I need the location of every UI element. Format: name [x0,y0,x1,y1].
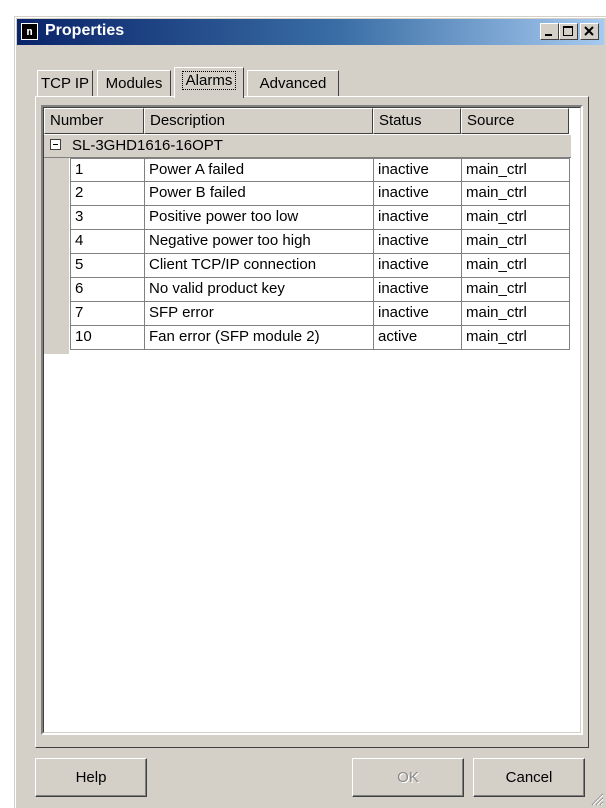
cell-number: 1 [70,158,145,182]
close-button[interactable] [580,23,599,40]
cell-status: inactive [373,182,462,206]
cell-source: main_ctrl [461,326,570,350]
table-row[interactable]: 5 Client TCP/IP connection inactive main_ct… [70,254,571,278]
collapse-icon[interactable] [50,139,61,150]
title-bar[interactable]: n Properties [17,19,604,45]
cell-description: Client TCP/IP connection [144,254,374,278]
column-header-source[interactable]: Source [461,108,569,134]
cell-status: inactive [373,158,462,182]
tree-indent [44,158,69,354]
properties-window: n Properties TCP IP Modules Alarms Advan… [14,16,606,808]
maximize-icon [563,26,573,36]
column-header-description[interactable]: Description [144,108,373,134]
cell-source: main_ctrl [461,206,570,230]
cell-description: Negative power too high [144,230,374,254]
cell-number: 6 [70,278,145,302]
tab-label: Alarms [181,71,237,90]
table-row[interactable]: 7 SFP error inactive main_ctrl [70,302,571,326]
cell-status: active [373,326,462,350]
tab-strip: TCP IP Modules Alarms Advanced [37,67,367,98]
column-header-number[interactable]: Number [44,108,144,134]
window-title: Properties [45,22,125,39]
table-row[interactable]: 10 Fan error (SFP module 2) active main_ctr… [70,326,571,350]
cell-number: 5 [70,254,145,278]
cell-description: Fan error (SFP module 2) [144,326,374,350]
cell-number: 10 [70,326,145,350]
cancel-button[interactable]: Cancel [473,758,585,797]
cell-number: 4 [70,230,145,254]
group-label: SL-3GHD1616-16OPT [72,137,223,154]
cell-source: main_ctrl [461,230,570,254]
cell-description: No valid product key [144,278,374,302]
cell-description: Power A failed [144,158,374,182]
help-button[interactable]: Help [35,758,147,797]
cell-description: SFP error [144,302,374,326]
cell-number: 2 [70,182,145,206]
table-row[interactable]: 1 Power A failed inactive main_ctrl [70,158,571,182]
cell-number: 7 [70,302,145,326]
cell-status: inactive [373,278,462,302]
tab-label: TCP IP [40,75,90,92]
cell-source: main_ctrl [461,302,570,326]
table-row[interactable]: 6 No valid product key inactive main_ctrl [70,278,571,302]
close-icon [584,26,594,36]
tab-alarms[interactable]: Alarms [174,67,244,98]
table-row[interactable]: 4 Negative power too high inactive main_ctr… [70,230,571,254]
cell-description: Positive power too low [144,206,374,230]
alarm-list[interactable]: Number Description Status Source SL-3GHD… [41,105,583,735]
app-icon[interactable]: n [21,23,38,40]
cell-status: inactive [373,206,462,230]
cell-source: main_ctrl [461,278,570,302]
cell-status: inactive [373,302,462,326]
maximize-button[interactable] [559,23,578,40]
minimize-button[interactable] [540,23,559,40]
resize-grip-icon[interactable] [590,792,604,806]
cell-status: inactive [373,254,462,278]
tab-advanced[interactable]: Advanced [247,70,339,97]
tab-label: Modules [105,75,163,92]
cell-source: main_ctrl [461,254,570,278]
tab-label: Advanced [259,75,327,92]
cell-source: main_ctrl [461,182,570,206]
cell-source: main_ctrl [461,158,570,182]
table-row[interactable]: 2 Power B failed inactive main_ctrl [70,182,571,206]
tab-modules[interactable]: Modules [97,70,171,97]
ok-button[interactable]: OK [352,758,464,797]
minimize-icon [545,34,552,36]
cell-status: inactive [373,230,462,254]
group-row[interactable]: SL-3GHD1616-16OPT [44,135,571,158]
cell-description: Power B failed [144,182,374,206]
column-header-status[interactable]: Status [373,108,461,134]
tab-tcp-ip[interactable]: TCP IP [37,70,93,97]
cell-number: 3 [70,206,145,230]
table-row[interactable]: 3 Positive power too low inactive main_ctrl [70,206,571,230]
